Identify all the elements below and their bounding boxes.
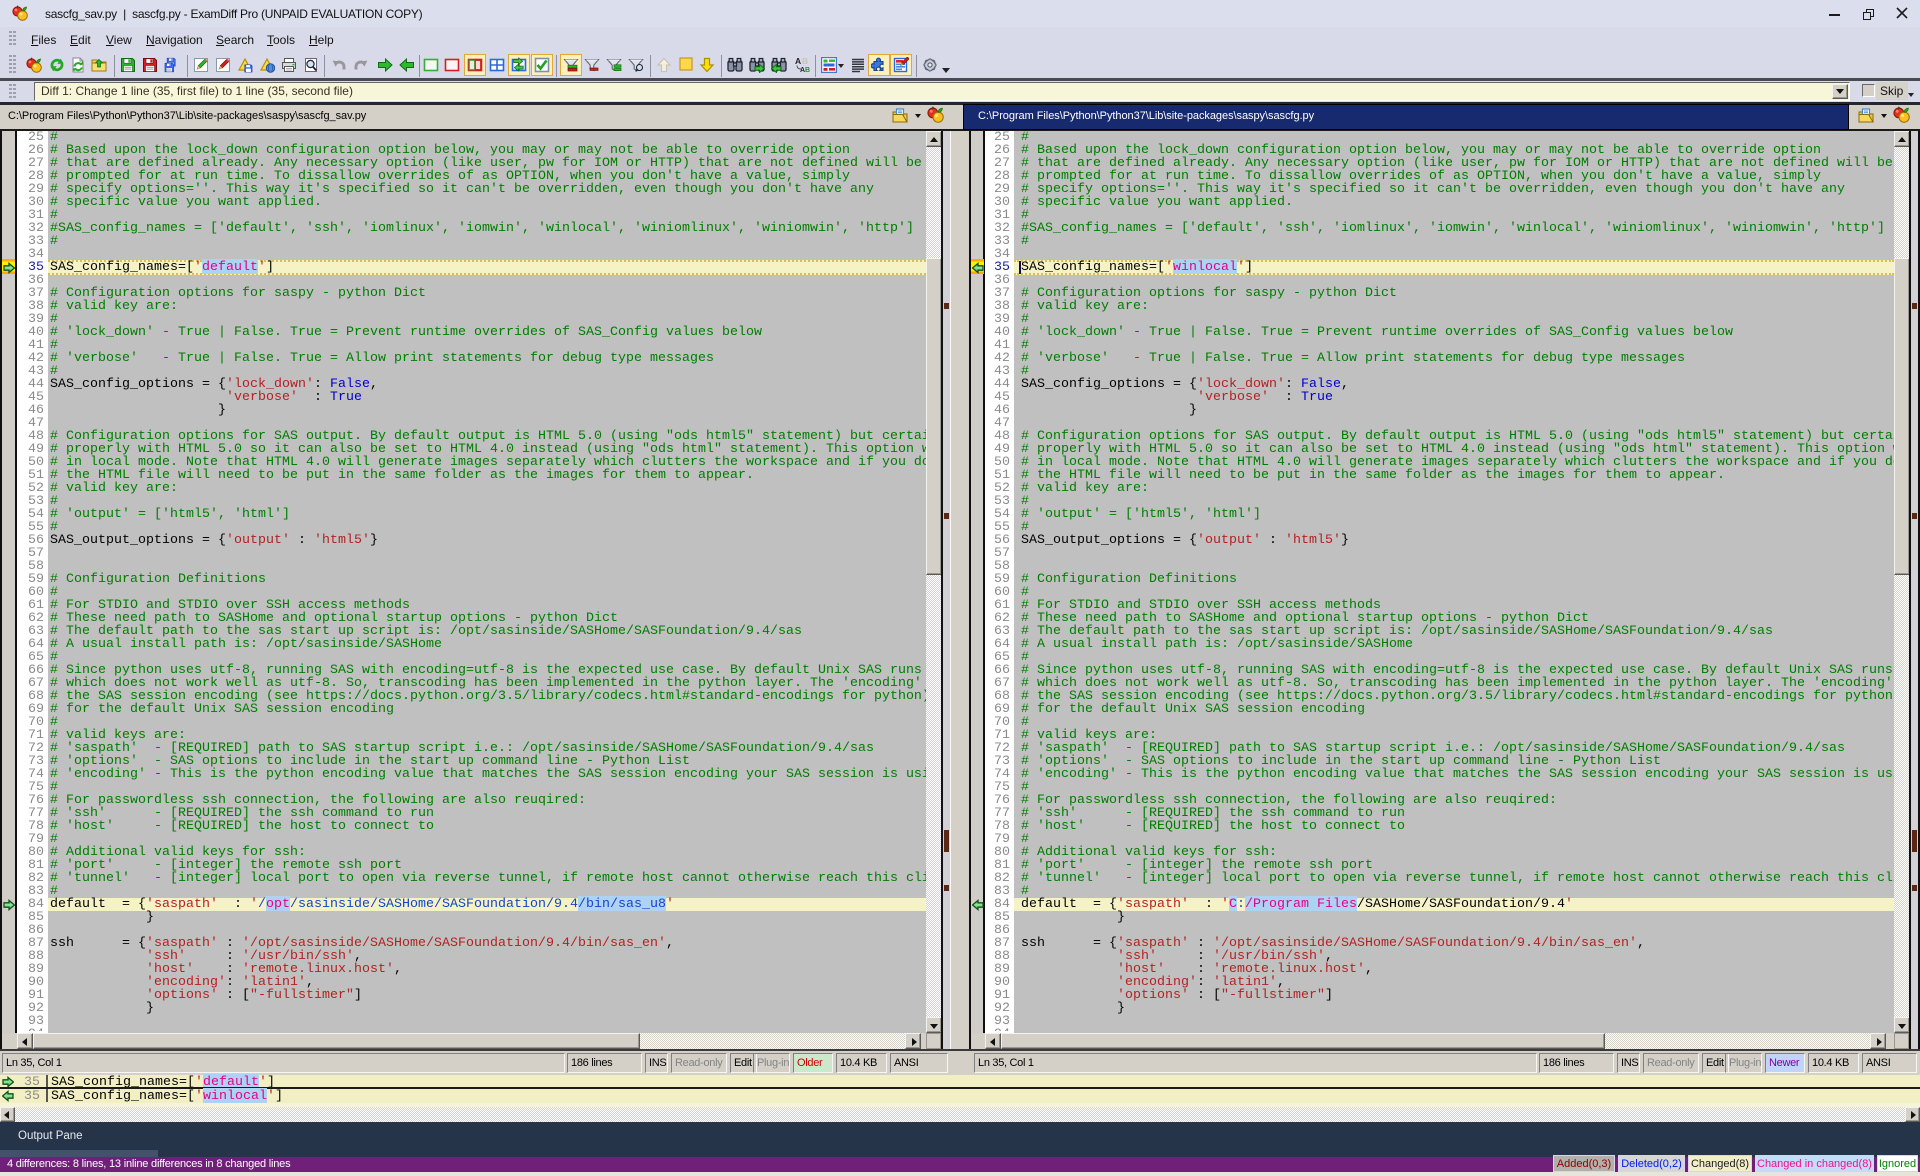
- svg-text:A: A: [795, 57, 801, 66]
- svg-text:B: B: [802, 57, 808, 66]
- svg-text:B: B: [805, 67, 810, 73]
